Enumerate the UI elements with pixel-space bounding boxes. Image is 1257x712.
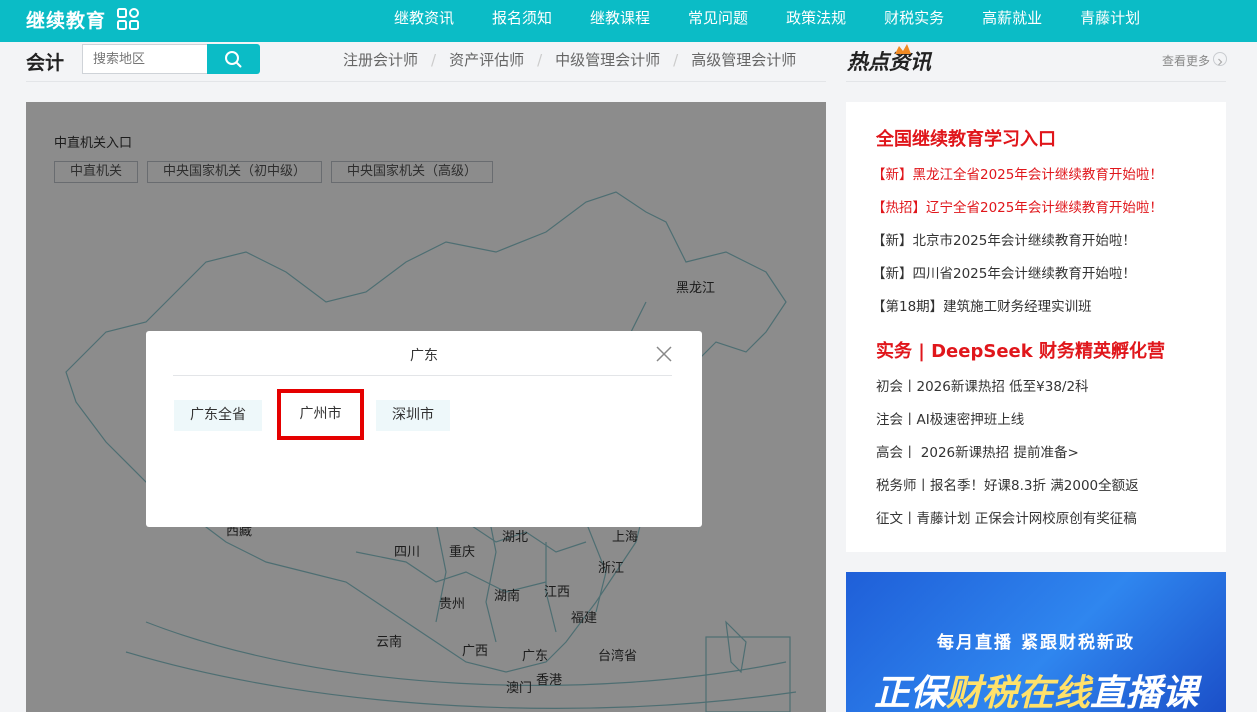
news-item[interactable]: 征文丨青藤计划 正保会计网校原创有奖征稿 xyxy=(876,507,1137,527)
cert-link-appraiser[interactable]: 资产评估师 xyxy=(449,49,524,70)
divider xyxy=(173,375,672,376)
hot-news-title: 热点资讯 xyxy=(847,49,931,74)
flame-icon xyxy=(895,44,911,54)
divider xyxy=(26,81,826,82)
separator: / xyxy=(673,50,679,69)
city-select-modal: 广东 广东全省 广州市 深圳市 xyxy=(146,331,702,527)
nav-item-faq[interactable]: 常见问题 xyxy=(688,0,748,42)
news-item[interactable]: 初会丨2026新课热招 低至¥38/2科 xyxy=(876,375,1089,395)
cert-link-mid-management[interactable]: 中级管理会计师 xyxy=(555,49,660,70)
divider xyxy=(846,81,1226,82)
banner-headline-highlight: 财税在线 xyxy=(945,673,1090,712)
live-course-banner[interactable]: 每月直播 紧跟财税新政 正保财税在线直播课 xyxy=(846,572,1226,712)
nav-item-courses[interactable]: 继教课程 xyxy=(590,0,650,42)
page-title: 会计 xyxy=(26,52,65,74)
cert-links: 注册会计师 / 资产评估师 / 中级管理会计师 / 高级管理会计师 xyxy=(343,49,796,70)
nav-item-jobs[interactable]: 高薪就业 xyxy=(982,0,1042,42)
city-button-guangzhou[interactable]: 广州市 xyxy=(277,389,364,440)
news-item[interactable]: 注会丨AI极速密押班上线 xyxy=(876,408,1024,428)
cert-link-cpa[interactable]: 注册会计师 xyxy=(343,49,418,70)
top-nav-bar: 继续教育 继教资讯 报名须知 继教课程 常见问题 政策法规 财税实务 高薪就业 … xyxy=(0,0,1257,42)
news-item[interactable]: 税务师丨报名季！好课8.3折 满2000全额返 xyxy=(876,474,1139,494)
nav-item-enroll[interactable]: 报名须知 xyxy=(492,0,552,42)
view-more-link[interactable]: 查看更多 xyxy=(1162,52,1210,69)
banner-headline: 正保财税在线直播课 xyxy=(846,664,1226,712)
city-button-guangdong-all[interactable]: 广东全省 xyxy=(174,400,262,431)
banner-subtitle: 每月直播 紧跟财税新政 xyxy=(937,633,1135,653)
section-title-entry[interactable]: 全国继续教育学习入口 xyxy=(876,125,1056,151)
separator: / xyxy=(537,50,543,69)
nav-item-qingteng[interactable]: 青藤计划 xyxy=(1080,0,1140,42)
news-item[interactable]: 【第18期】建筑施工财务经理实训班 xyxy=(872,295,1092,315)
city-button-shenzhen[interactable]: 深圳市 xyxy=(376,400,450,431)
section-title-practice[interactable]: 实务 | DeepSeek 财务精英孵化营 xyxy=(876,337,1165,363)
apps-grid-icon[interactable] xyxy=(116,7,140,31)
modal-title: 广东 xyxy=(410,348,438,364)
close-icon[interactable] xyxy=(655,345,673,363)
news-item[interactable]: 【新】四川省2025年会计继续教育开始啦！ xyxy=(872,262,1136,282)
banner-headline-part: 正保 xyxy=(873,673,946,712)
nav-item-news[interactable]: 继教资讯 xyxy=(394,0,454,42)
site-logo[interactable]: 继续教育 xyxy=(26,6,106,33)
region-search-input[interactable] xyxy=(82,44,208,74)
separator: / xyxy=(431,50,437,69)
search-icon xyxy=(225,51,242,68)
banner-headline-part: 直播课 xyxy=(1090,673,1199,712)
news-item[interactable]: 高会丨 2026新课热招 提前准备> xyxy=(876,441,1079,461)
search-button[interactable] xyxy=(207,44,260,74)
news-item[interactable]: 【新】北京市2025年会计继续教育开始啦！ xyxy=(872,229,1136,249)
cert-link-senior-management[interactable]: 高级管理会计师 xyxy=(691,49,796,70)
news-item[interactable]: 【新】黑龙江全省2025年会计继续教育开始啦！ xyxy=(872,163,1163,183)
nav-item-tax[interactable]: 财税实务 xyxy=(884,0,944,42)
chevron-right-icon[interactable] xyxy=(1213,52,1227,66)
main-nav: 继教资讯 报名须知 继教课程 常见问题 政策法规 财税实务 高薪就业 青藤计划 xyxy=(376,0,1160,42)
nav-item-policy[interactable]: 政策法规 xyxy=(786,0,846,42)
news-item[interactable]: 【热招】辽宁全省2025年会计继续教育开始啦！ xyxy=(872,196,1163,216)
news-card: 全国继续教育学习入口 【新】黑龙江全省2025年会计继续教育开始啦！ 【热招】辽… xyxy=(846,102,1226,552)
